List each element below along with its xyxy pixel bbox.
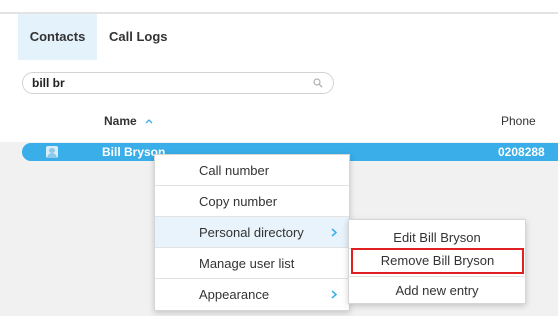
menu-item-label: Manage user list [199, 256, 295, 271]
submenu-item-add-new-entry[interactable]: Add new entry [349, 276, 525, 303]
chevron-right-icon [331, 290, 337, 299]
avatar-icon [46, 146, 58, 158]
contacts-panel: Contacts Call Logs bill br Name Phone [0, 14, 558, 142]
tab-call-logs[interactable]: Call Logs [109, 14, 168, 60]
contact-phone: 0208288 [498, 145, 545, 159]
submenu-item-remove-contact[interactable]: Remove Bill Bryson [351, 248, 524, 274]
menu-item-label: Personal directory [199, 225, 304, 240]
menu-item-label: Call number [199, 163, 270, 178]
menu-item-copy-number[interactable]: Copy number [155, 186, 349, 217]
menu-item-label: Appearance [199, 287, 270, 302]
search-value: bill br [32, 76, 65, 90]
menu-item-manage-user-list[interactable]: Manage user list [155, 248, 349, 279]
menu-item-appearance[interactable]: Appearance [155, 279, 349, 310]
menu-item-call-number[interactable]: Call number [155, 155, 349, 186]
menu-item-label: Copy number [199, 194, 278, 209]
submenu-item-edit-contact[interactable]: Edit Bill Bryson [349, 224, 525, 249]
contacts-window: Contacts Call Logs bill br Name Phone Bi… [0, 0, 558, 316]
column-header-name[interactable]: Name [104, 114, 137, 128]
personal-directory-submenu: Edit Bill Bryson Remove Bill Bryson Add … [348, 219, 526, 304]
sort-up-icon[interactable] [145, 118, 153, 124]
search-input[interactable]: bill br [22, 72, 334, 94]
column-header-phone[interactable]: Phone [501, 114, 536, 128]
search-icon[interactable] [313, 78, 323, 88]
tab-contacts[interactable]: Contacts [18, 14, 97, 60]
top-strip [0, 0, 558, 12]
chevron-right-icon [331, 228, 337, 237]
menu-item-personal-directory[interactable]: Personal directory [155, 217, 349, 248]
context-menu: Call number Copy number Personal directo… [154, 154, 350, 311]
